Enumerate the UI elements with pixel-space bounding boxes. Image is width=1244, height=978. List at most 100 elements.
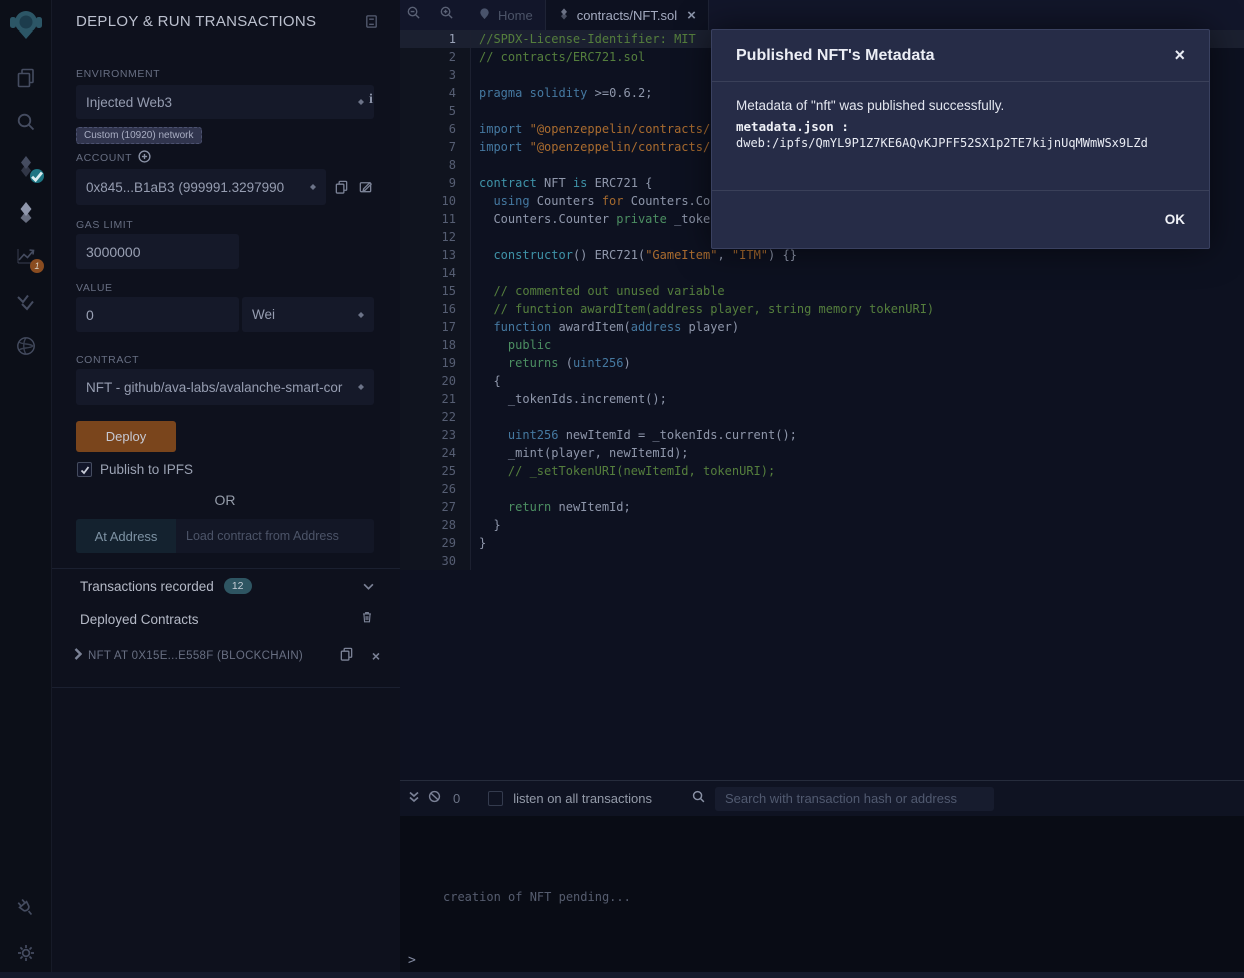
remix-logo-icon[interactable]	[7, 6, 45, 46]
modal-close-icon[interactable]: ×	[1174, 45, 1185, 66]
metadata-file-name: metadata.json :	[736, 119, 1185, 134]
deploy-run-panel: DEPLOY & RUN TRANSACTIONS ENVIRONMENT In…	[52, 0, 400, 972]
account-label: ACCOUNT	[76, 152, 132, 164]
or-label: OR	[76, 492, 374, 508]
plugin-manager-icon[interactable]	[14, 896, 38, 920]
copy-instance-icon[interactable]	[339, 646, 354, 666]
deploy-button[interactable]: Deploy	[76, 421, 176, 452]
file-explorer-icon[interactable]	[14, 66, 38, 90]
panel-title: DEPLOY & RUN TRANSACTIONS	[76, 13, 316, 30]
line-number: 3	[400, 66, 470, 84]
remove-instance-icon[interactable]: ×	[372, 648, 380, 664]
deployed-contract-instance[interactable]: NFT AT 0X15E...E558F (BLOCKCHAIN) ×	[74, 646, 380, 666]
environment-select[interactable]: Injected Web3	[76, 85, 374, 119]
tab-bar: Home contracts/NFT.sol ×	[400, 0, 1244, 30]
code-line: 26	[400, 480, 1244, 498]
analytics-count-badge: 1	[30, 259, 44, 273]
select-arrows-icon	[310, 181, 316, 193]
compile-success-badge	[30, 169, 44, 183]
solidity-compiler-icon[interactable]	[14, 154, 38, 178]
select-arrows-icon	[358, 309, 364, 321]
remix-ide-window: 1 DEPLOY & RUN TRANSACTIONS ENVIRONMENT …	[0, 0, 1244, 978]
sign-message-icon[interactable]	[358, 179, 373, 194]
terminal-toolbar: 0 listen on all transactions	[400, 781, 1244, 816]
deploy-run-icon[interactable]	[14, 200, 38, 224]
line-number: 24	[400, 444, 470, 462]
line-number: 15	[400, 282, 470, 300]
tab-contracts-nft-sol[interactable]: contracts/NFT.sol ×	[545, 0, 709, 30]
environment-info-icon[interactable]: i	[369, 92, 373, 108]
deployed-contracts-row: Deployed Contracts	[80, 610, 374, 629]
publish-ipfs-checkbox[interactable]	[77, 462, 92, 477]
published-metadata-modal: Published NFT's Metadata × Metadata of "…	[711, 29, 1210, 249]
modal-ok-button[interactable]: OK	[1165, 212, 1185, 227]
line-number: 26	[400, 480, 470, 498]
select-arrows-icon	[358, 96, 364, 108]
network-badge: Custom (10920) network	[76, 127, 202, 144]
at-address-input[interactable]	[176, 519, 374, 553]
terminal-prompt[interactable]: >	[408, 953, 416, 968]
code-line: 28 }	[400, 516, 1244, 534]
line-number: 29	[400, 534, 470, 552]
settings-gear-icon[interactable]	[14, 941, 38, 965]
documentation-icon[interactable]	[364, 14, 379, 34]
line-number: 9	[400, 174, 470, 192]
value-input[interactable]	[86, 307, 229, 323]
chevron-down-icon[interactable]	[363, 577, 374, 595]
publish-ipfs-row: Publish to IPFS	[77, 462, 193, 477]
terminal-expand-icon[interactable]	[408, 790, 420, 808]
line-number: 11	[400, 210, 470, 228]
line-number: 17	[400, 318, 470, 336]
terminal-search-icon	[692, 790, 705, 808]
code-line: 16 // function awardItem(address player,…	[400, 300, 1244, 318]
copy-account-icon[interactable]	[334, 179, 349, 194]
divider	[52, 568, 400, 569]
modal-body: Metadata of "nft" was published successf…	[712, 82, 1209, 191]
terminal-log[interactable]: creation of NFT pending... >	[400, 816, 1244, 972]
ipfs-url: dweb:/ipfs/QmYL9P1Z7KE6AQvKJPFF52SX1p2TE…	[736, 136, 1185, 150]
zoom-in-icon[interactable]	[439, 5, 454, 25]
code-line: 19 returns (uint256)	[400, 354, 1244, 372]
code-line: 24 _mint(player, newItemId);	[400, 444, 1244, 462]
code-line: 30	[400, 552, 1244, 570]
listen-transactions-checkbox[interactable]	[488, 791, 503, 806]
line-number: 2	[400, 48, 470, 66]
analytics-icon[interactable]: 1	[14, 244, 38, 268]
transactions-recorded-row[interactable]: Transactions recorded 12	[80, 577, 374, 595]
line-number: 27	[400, 498, 470, 516]
line-number: 18	[400, 336, 470, 354]
publish-ipfs-label: Publish to IPFS	[100, 462, 193, 477]
code-line: 23 uint256 newItemId = _tokenIds.current…	[400, 426, 1244, 444]
line-number: 7	[400, 138, 470, 156]
terminal-search-input[interactable]	[715, 787, 994, 811]
terminal-clear-icon[interactable]	[428, 790, 441, 808]
modal-title: Published NFT's Metadata	[736, 47, 1174, 65]
code-line: 25 // _setTokenURI(newItemId, tokenURI);	[400, 462, 1244, 480]
unit-testing-icon[interactable]	[14, 290, 38, 314]
code-line: 20 {	[400, 372, 1244, 390]
close-tab-icon[interactable]: ×	[687, 7, 696, 24]
account-select[interactable]: 0x845...B1aB3 (999991.3297990	[76, 169, 326, 205]
line-number: 20	[400, 372, 470, 390]
chevron-right-icon[interactable]	[74, 647, 82, 665]
terminal-tx-count: 0	[453, 791, 460, 806]
gas-limit-input[interactable]	[86, 244, 229, 260]
code-line: 22	[400, 408, 1244, 426]
value-unit-select[interactable]: Wei	[242, 297, 374, 332]
modal-header: Published NFT's Metadata ×	[712, 30, 1209, 82]
at-address-button[interactable]: At Address	[76, 519, 176, 553]
tab-home[interactable]: Home	[466, 0, 545, 30]
bottom-strip	[0, 972, 1244, 978]
contract-select[interactable]: NFT - github/ava-labs/avalanche-smart-co…	[76, 369, 374, 405]
sphere-plugin-icon[interactable]	[14, 334, 38, 358]
contract-label: CONTRACT	[76, 354, 139, 366]
search-icon[interactable]	[14, 110, 38, 134]
icon-rail: 1	[0, 0, 52, 972]
code-line: 29}	[400, 534, 1244, 552]
line-number: 4	[400, 84, 470, 102]
line-number: 16	[400, 300, 470, 318]
zoom-out-icon[interactable]	[406, 5, 421, 25]
add-account-icon[interactable]	[138, 150, 151, 168]
line-number: 19	[400, 354, 470, 372]
clear-instances-trash-icon[interactable]	[360, 610, 374, 629]
